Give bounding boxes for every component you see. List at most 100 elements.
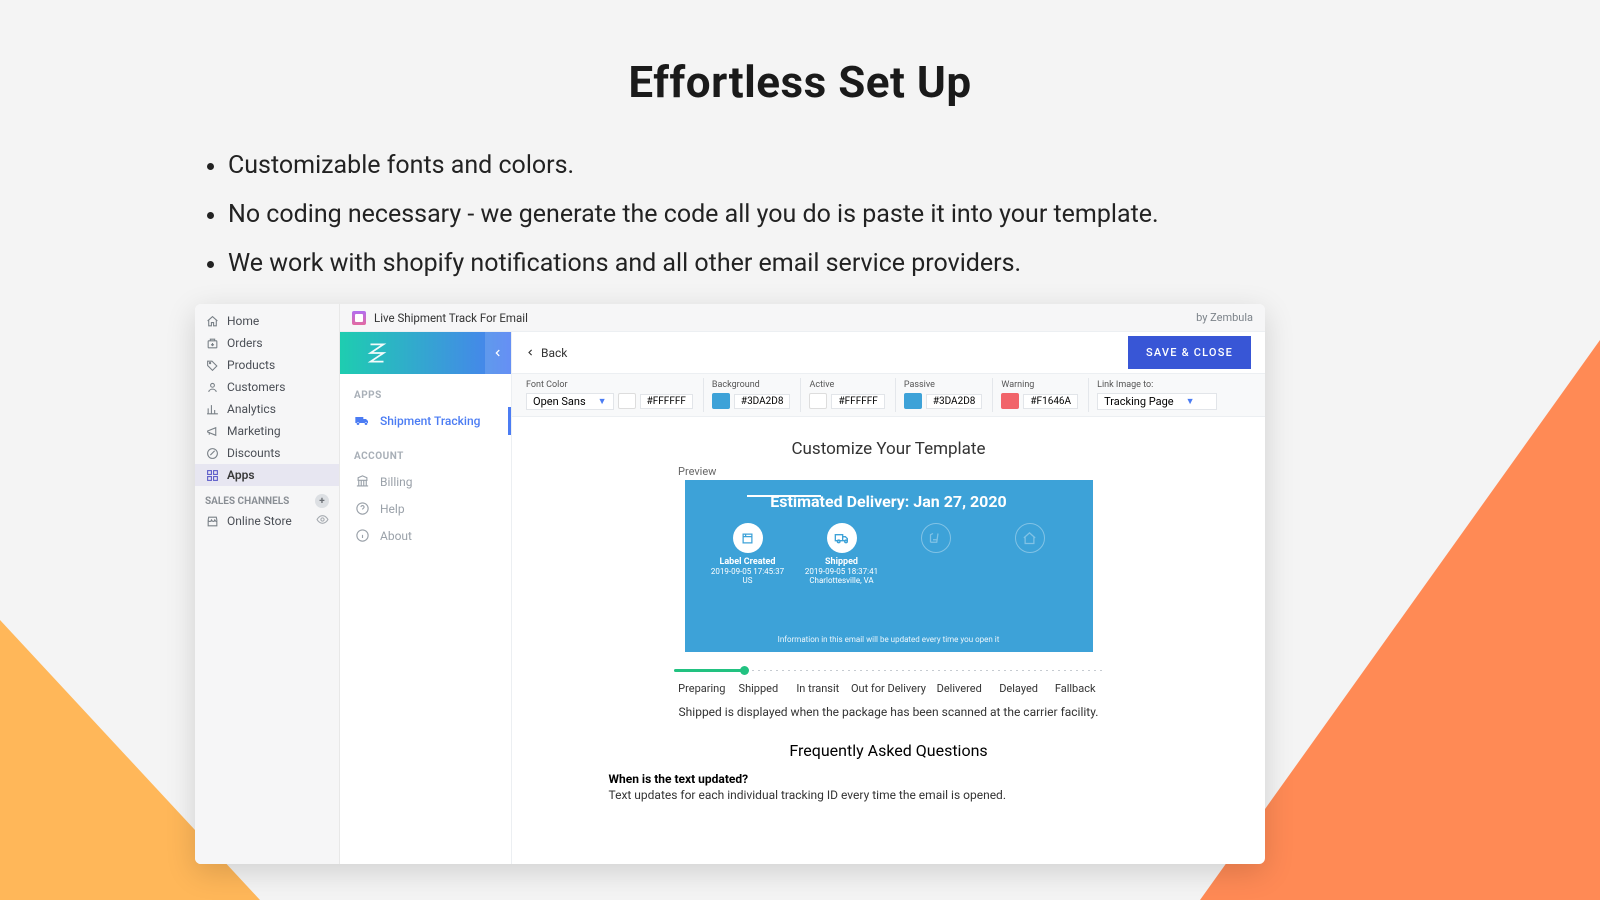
state-label: Fallback [1047,682,1104,695]
zembula-item-about[interactable]: About [340,522,511,549]
tracking-preview: Estimated Delivery: Jan 27, 2020 Label C… [685,480,1093,652]
warning-swatch[interactable] [1001,393,1019,409]
zembula-item-label: Shipment Tracking [380,414,480,428]
account-section-label: ACCOUNT [340,435,511,468]
faq-answer: Text updates for each individual trackin… [609,788,1169,802]
sidebar-item-label: Apps [227,468,255,482]
package-icon [733,523,763,553]
zembula-item-help[interactable]: Help [340,495,511,522]
slider-knob[interactable] [740,666,749,675]
preview-footnote: Information in this email will be update… [685,635,1093,644]
link-image-select[interactable]: Tracking Page▼ [1097,393,1217,410]
tracking-node-shipped: Shipped 2019-09-05 18:37:41 Charlottesvi… [795,523,889,585]
tracking-node-delivered [983,523,1077,557]
sidebar-item-apps[interactable]: Apps [195,464,339,486]
state-label: Shipped [730,682,787,695]
help-icon [354,501,370,516]
option-label: Passive [904,380,983,390]
customers-icon [205,381,219,394]
option-active[interactable]: Active #FFFFFF [800,378,892,412]
background-hex[interactable]: #3DA2D8 [734,394,791,409]
template-area: Customize Your Template Preview Estimate… [512,417,1265,802]
sidebar-item-label: Analytics [227,402,276,416]
active-swatch[interactable] [809,393,827,409]
app-body: APPS Shipment Tracking ACCOUNT Billing H… [340,332,1265,864]
save-and-close-button[interactable]: SAVE & CLOSE [1128,336,1251,369]
node-label: Shipped [825,557,858,567]
back-button[interactable]: Back [526,346,567,360]
state-slider[interactable] [674,666,1104,676]
collapse-sidebar-button[interactable] [485,332,511,374]
node-line1: 2019-09-05 18:37:41 [805,567,878,576]
sales-channels-label: SALES CHANNELS [205,496,289,507]
app-header: Live Shipment Track For Email by Zembula [340,304,1265,332]
sidebar-item-label: Home [227,314,259,328]
option-label: Active [809,380,884,390]
zembula-item-billing[interactable]: Billing [340,468,511,495]
analytics-icon [205,403,219,416]
option-label: Link Image to: [1097,380,1217,390]
state-description: Shipped is displayed when the package ha… [674,705,1104,719]
option-warning[interactable]: Warning #F1646A [992,378,1086,412]
app-logo-icon [352,311,366,325]
apps-section-label: APPS [340,374,511,407]
background-swatch[interactable] [712,393,730,409]
state-label: In transit [787,682,849,695]
sidebar-item-marketing[interactable]: Marketing [195,420,339,442]
state-label: Preparing [674,682,731,695]
sidebar-item-home[interactable]: Home [195,310,339,332]
store-icon [205,515,219,528]
font-select[interactable]: Open Sans▼ [526,393,614,410]
options-row: Font Color Open Sans▼ #FFFFFF Background… [512,374,1265,417]
option-link-image[interactable]: Link Image to: Tracking Page▼ [1088,378,1225,412]
node-line2: US [743,576,753,585]
option-font[interactable]: Font Color Open Sans▼ #FFFFFF [518,378,701,412]
zembula-logo-icon [350,340,390,366]
topbar: Back SAVE & CLOSE [512,332,1265,374]
sidebar-item-online-store[interactable]: Online Store [195,510,339,532]
slider-fill [674,669,744,672]
app-byline: by Zembula [1196,311,1253,324]
sidebar-item-customers[interactable]: Customers [195,376,339,398]
orders-icon [205,337,219,350]
preview-store-icon[interactable] [316,513,329,529]
node-line1: 2019-09-05 17:45:37 [711,567,784,576]
hero-bullet: Customizable fonts and colors. [228,142,1400,191]
zembula-main: Back SAVE & CLOSE Font Color Open Sans▼ … [512,332,1265,864]
sidebar-item-label: Online Store [227,514,292,528]
font-color-hex[interactable]: #FFFFFF [640,394,693,409]
option-label: Font Color [526,380,693,390]
zembula-sidebar: APPS Shipment Tracking ACCOUNT Billing H… [340,332,512,864]
products-icon [205,359,219,372]
option-label: Background [712,380,791,390]
hero: Effortless Set Up Customizable fonts and… [0,0,1600,288]
chevron-down-icon: ▼ [1186,396,1195,407]
zembula-item-shipment-tracking[interactable]: Shipment Tracking [340,407,511,435]
sidebar-item-label: Discounts [227,446,280,460]
app-title: Live Shipment Track For Email [374,311,528,325]
shopify-sidebar: Home Orders Products Customers Analytics… [195,304,340,864]
add-sales-channel-button[interactable]: + [315,494,329,508]
discounts-icon [205,447,219,460]
sidebar-item-discounts[interactable]: Discounts [195,442,339,464]
state-slider-area: PreparingShippedIn transitOut for Delive… [674,666,1104,719]
tracking-node-label-created: Label Created 2019-09-05 17:45:37 US [701,523,795,585]
state-label: Delivered [928,682,990,695]
sidebar-item-analytics[interactable]: Analytics [195,398,339,420]
sidebar-item-orders[interactable]: Orders [195,332,339,354]
option-passive[interactable]: Passive #3DA2D8 [895,378,991,412]
passive-hex[interactable]: #3DA2D8 [926,394,983,409]
sidebar-section-sales-channels: SALES CHANNELS + [195,486,339,510]
active-hex[interactable]: #FFFFFF [831,394,884,409]
passive-swatch[interactable] [904,393,922,409]
state-label: Delayed [990,682,1047,695]
sidebar-item-label: Products [227,358,275,372]
preview-label: Preview [678,465,1247,478]
node-line2: Charlottesville, VA [809,576,873,585]
hero-bullets: Customizable fonts and colors. No coding… [200,142,1400,288]
font-color-swatch[interactable] [618,393,636,409]
warning-hex[interactable]: #F1646A [1023,394,1078,409]
sidebar-item-products[interactable]: Products [195,354,339,376]
option-background[interactable]: Background #3DA2D8 [703,378,799,412]
zembula-item-label: About [380,529,412,543]
